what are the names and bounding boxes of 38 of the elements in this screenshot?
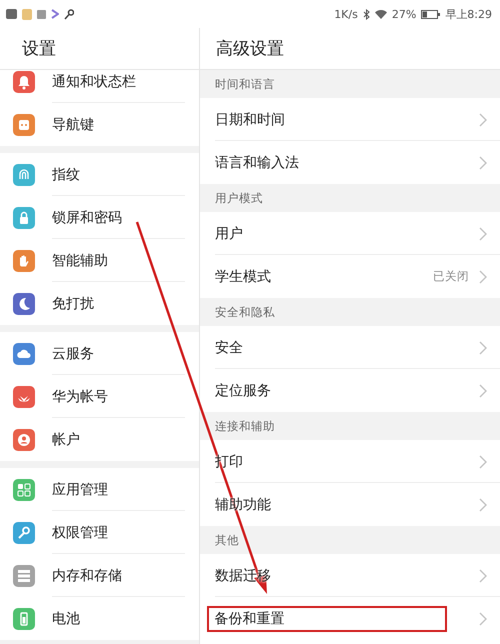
pane-title: 高级设置	[216, 38, 284, 60]
chevron-icon	[479, 568, 487, 582]
settings-item[interactable]: 电池	[0, 597, 199, 640]
section-header: 安全和隐私	[215, 305, 275, 320]
battery-percent: 27%	[392, 8, 416, 20]
battery-icon	[421, 10, 440, 18]
chevron-icon	[479, 340, 487, 354]
pane-title: 设置	[22, 38, 56, 60]
chevron-icon	[479, 612, 487, 626]
chevron-icon	[479, 226, 487, 240]
section-header: 其他	[215, 533, 239, 548]
clock-time: 早上8:29	[445, 6, 492, 22]
bluetooth-icon	[362, 8, 370, 20]
chevron-icon	[479, 112, 487, 126]
chevron-icon	[479, 498, 487, 512]
network-speed: 1K/s	[334, 8, 358, 20]
chevron-icon	[479, 156, 487, 170]
settings-item[interactable]: 权限管理	[0, 511, 199, 554]
settings-item[interactable]: 智能辅助	[0, 239, 199, 282]
section-header: 时间和语言	[215, 77, 275, 92]
chevron-icon	[479, 384, 487, 398]
settings-item[interactable]: 内存和存储	[0, 554, 199, 597]
settings-item[interactable]: 云服务	[0, 332, 199, 375]
section-header: 连接和辅助	[215, 419, 275, 434]
settings-item[interactable]: 华为帐号	[0, 375, 199, 418]
settings-item[interactable]: 免打扰	[0, 282, 199, 325]
chevron-icon	[479, 454, 487, 468]
wifi-icon	[374, 9, 387, 19]
settings-item[interactable]: 通知和状态栏	[0, 70, 199, 103]
chevron-icon	[479, 270, 487, 284]
settings-item[interactable]: 应用管理	[0, 468, 199, 511]
note-icon	[22, 8, 32, 20]
settings-item[interactable]: 锁屏和密码	[0, 196, 199, 239]
settings-item[interactable]: 指纹	[0, 153, 199, 196]
settings-item[interactable]: 帐户	[0, 418, 199, 461]
status-value: 已关闭	[433, 269, 469, 284]
section-header: 用户模式	[215, 191, 263, 206]
settings-item[interactable]: 导航键	[0, 103, 199, 146]
